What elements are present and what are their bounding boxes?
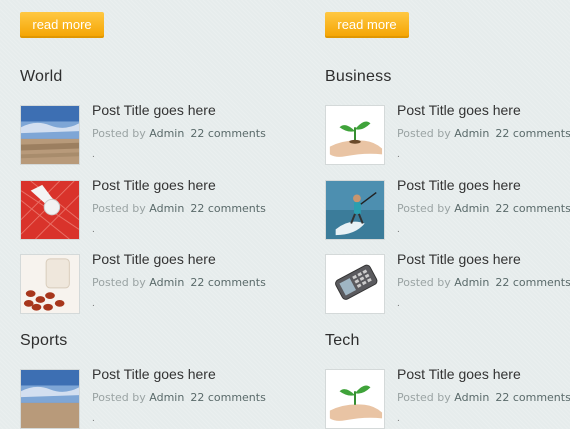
post-item: Post Title goes here Posted by Admin 22 c…	[20, 177, 280, 240]
section-title-business: Business	[325, 68, 392, 85]
read-more-button[interactable]: read more	[20, 12, 104, 38]
post-excerpt: .	[397, 298, 400, 309]
badminton-thumbnail[interactable]	[20, 180, 80, 240]
posted-by-label: Posted by	[92, 127, 146, 140]
post-meta: Posted by Admin 22 comments	[397, 391, 570, 404]
post-item: Post Title goes here Posted by Admin 22 c…	[20, 102, 280, 165]
post-meta: Posted by Admin 22 comments	[92, 202, 266, 215]
comments-link[interactable]: 22 comments	[495, 391, 570, 404]
post-excerpt: .	[92, 224, 95, 235]
comments-link[interactable]: 22 comments	[495, 276, 570, 289]
post-meta: Posted by Admin 22 comments	[397, 202, 570, 215]
plant-hand-thumbnail[interactable]	[325, 369, 385, 429]
post-meta: Posted by Admin 22 comments	[92, 391, 266, 404]
post-excerpt: .	[92, 413, 95, 424]
post-item: Post Title goes here Posted by Admin 22 c…	[325, 366, 570, 429]
post-item: Post Title goes here Posted by Admin 22 c…	[325, 177, 570, 240]
phone-thumbnail[interactable]	[325, 254, 385, 314]
post-item: Post Title goes here Posted by Admin 22 c…	[20, 251, 280, 314]
posted-by-label: Posted by	[92, 202, 146, 215]
posted-by-label: Posted by	[92, 276, 146, 289]
post-item: Post Title goes here Posted by Admin 22 c…	[325, 102, 570, 165]
post-excerpt: .	[397, 413, 400, 424]
comments-link[interactable]: 22 comments	[190, 127, 266, 140]
section-title-tech: Tech	[325, 332, 360, 349]
kitesurf-thumbnail[interactable]	[325, 180, 385, 240]
post-item: Post Title goes here Posted by Admin 22 c…	[325, 251, 570, 314]
comments-link[interactable]: 22 comments	[495, 127, 570, 140]
posted-by-label: Posted by	[397, 391, 451, 404]
posted-by-label: Posted by	[92, 391, 146, 404]
post-title-link[interactable]: Post Title goes here	[397, 366, 521, 382]
post-excerpt: .	[397, 149, 400, 160]
post-title-link[interactable]: Post Title goes here	[397, 251, 521, 267]
plant-hand-thumbnail[interactable]	[325, 105, 385, 165]
read-more-button[interactable]: read more	[325, 12, 409, 38]
pills-thumbnail[interactable]	[20, 254, 80, 314]
comments-link[interactable]: 22 comments	[190, 276, 266, 289]
author-link[interactable]: Admin	[149, 391, 184, 404]
post-title-link[interactable]: Post Title goes here	[397, 177, 521, 193]
post-meta: Posted by Admin 22 comments	[92, 127, 266, 140]
post-excerpt: .	[92, 149, 95, 160]
beach-thumbnail[interactable]	[20, 105, 80, 165]
beach-thumbnail[interactable]	[20, 369, 80, 429]
section-title-sports: Sports	[20, 332, 68, 349]
author-link[interactable]: Admin	[149, 202, 184, 215]
post-title-link[interactable]: Post Title goes here	[92, 366, 216, 382]
author-link[interactable]: Admin	[454, 202, 489, 215]
author-link[interactable]: Admin	[454, 127, 489, 140]
post-meta: Posted by Admin 22 comments	[397, 276, 570, 289]
comments-link[interactable]: 22 comments	[190, 202, 266, 215]
post-meta: Posted by Admin 22 comments	[397, 127, 570, 140]
author-link[interactable]: Admin	[149, 127, 184, 140]
comments-link[interactable]: 22 comments	[190, 391, 266, 404]
post-title-link[interactable]: Post Title goes here	[92, 102, 216, 118]
post-title-link[interactable]: Post Title goes here	[397, 102, 521, 118]
post-excerpt: .	[92, 298, 95, 309]
author-link[interactable]: Admin	[454, 391, 489, 404]
post-title-link[interactable]: Post Title goes here	[92, 177, 216, 193]
post-excerpt: .	[397, 224, 400, 235]
post-meta: Posted by Admin 22 comments	[92, 276, 266, 289]
author-link[interactable]: Admin	[454, 276, 489, 289]
posted-by-label: Posted by	[397, 276, 451, 289]
post-item: Post Title goes here Posted by Admin 22 c…	[20, 366, 280, 429]
comments-link[interactable]: 22 comments	[495, 202, 570, 215]
section-title-world: World	[20, 68, 63, 85]
author-link[interactable]: Admin	[149, 276, 184, 289]
posted-by-label: Posted by	[397, 202, 451, 215]
posted-by-label: Posted by	[397, 127, 451, 140]
post-title-link[interactable]: Post Title goes here	[92, 251, 216, 267]
